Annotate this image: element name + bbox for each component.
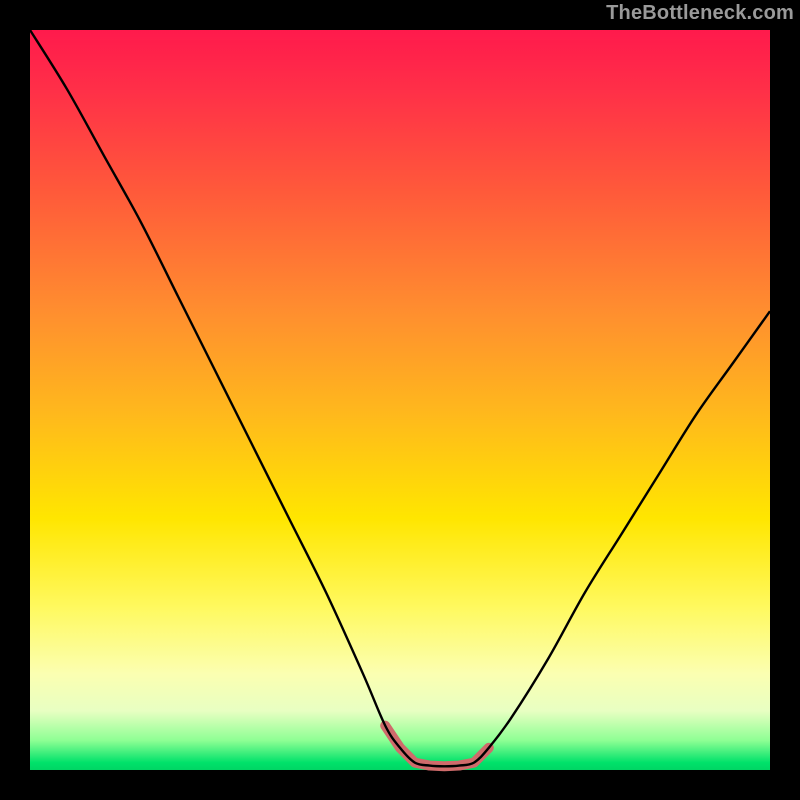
plot-area (30, 30, 770, 770)
bottleneck-curve (30, 30, 770, 766)
chart-frame: TheBottleneck.com (0, 0, 800, 800)
curve-layer (30, 30, 770, 770)
trough-marker (385, 726, 489, 767)
watermark-text: TheBottleneck.com (606, 2, 794, 25)
